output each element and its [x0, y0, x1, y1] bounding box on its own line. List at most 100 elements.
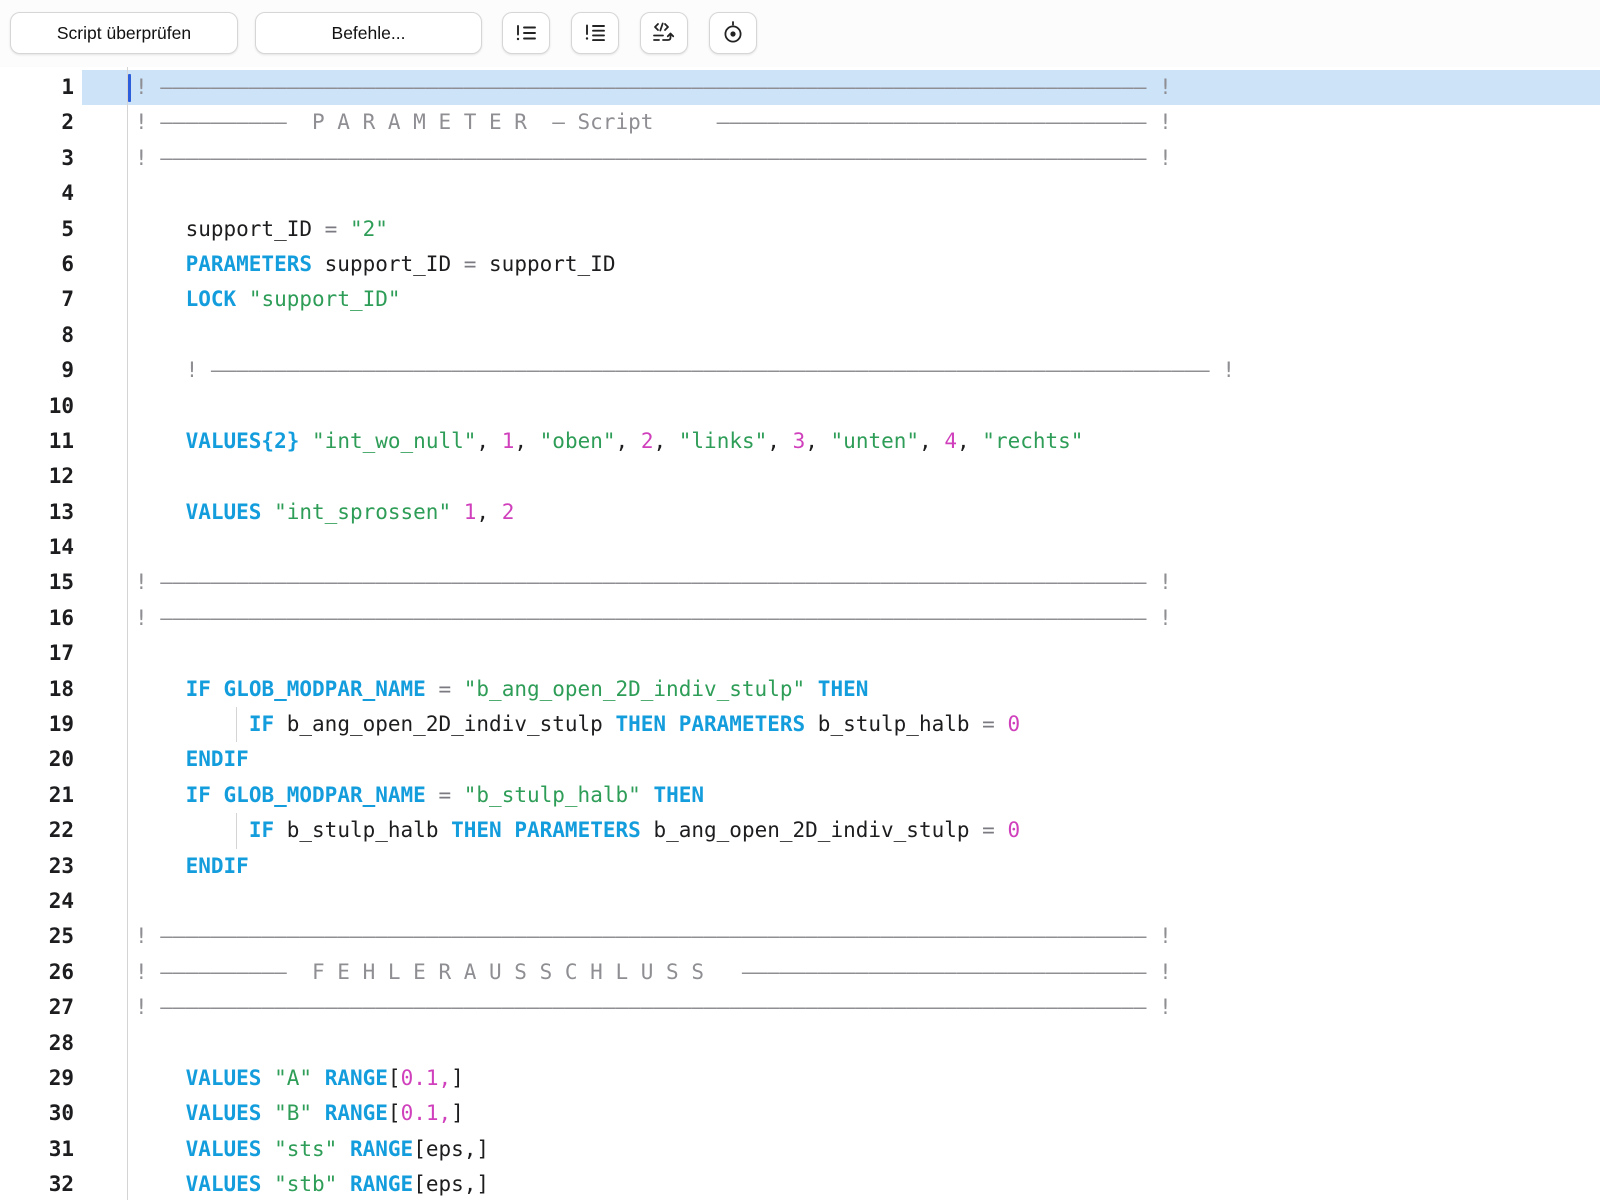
code-line-22[interactable]: IF b_stulp_halb THEN PARAMETERS b_ang_op…	[135, 813, 1600, 848]
token-kw: VALUES	[186, 1101, 262, 1125]
code-line-13[interactable]: VALUES "int_sprossen" 1, 2	[135, 495, 1600, 530]
line-number: 8	[0, 318, 74, 353]
code-line-19[interactable]: IF b_ang_open_2D_indiv_stulp THEN PARAME…	[135, 707, 1600, 742]
code-line-23[interactable]: ENDIF	[135, 849, 1600, 884]
code-line-7[interactable]: LOCK "support_ID"	[135, 282, 1600, 317]
token-pl	[261, 1137, 274, 1161]
token-cm: !	[135, 924, 160, 948]
token-pl: ,	[767, 429, 792, 453]
code-line-28[interactable]	[135, 1026, 1600, 1061]
code-line-24[interactable]	[135, 884, 1600, 919]
token-str: "int_sprossen"	[274, 500, 451, 524]
check-script-button[interactable]: Script überprüfen	[10, 12, 238, 54]
token-num: 4	[944, 429, 957, 453]
token-pl	[666, 712, 679, 736]
token-str: "support_ID"	[249, 287, 401, 311]
code-line-2[interactable]: ! —————————— P A R A M E T E R – Script …	[135, 105, 1600, 140]
code-line-1[interactable]: ! ——————————————————————————————————————…	[135, 70, 1600, 105]
token-kw: LOCK	[186, 287, 237, 311]
token-pl	[236, 818, 249, 842]
toolbar-icon-group	[502, 12, 757, 54]
code-editor[interactable]: 1234567891011121314151617181920212223242…	[0, 67, 1600, 1200]
token-num: 0	[1007, 818, 1020, 842]
code-wrap-arrow-icon	[651, 21, 677, 45]
line-number: 18	[0, 672, 74, 707]
code-line-6[interactable]: PARAMETERS support_ID = support_ID	[135, 247, 1600, 282]
token-num: 3	[793, 429, 806, 453]
code-line-18[interactable]: IF GLOB_MODPAR_NAME = "b_ang_open_2D_ind…	[135, 672, 1600, 707]
code-line-21[interactable]: IF GLOB_MODPAR_NAME = "b_stulp_halb" THE…	[135, 778, 1600, 813]
code-line-14[interactable]	[135, 530, 1600, 565]
warning-list-button[interactable]	[571, 12, 619, 54]
token-str: "b_ang_open_2D_indiv_stulp"	[464, 677, 805, 701]
code-area[interactable]: ! ——————————————————————————————————————…	[135, 70, 1600, 1200]
token-pl: b_stulp_halb	[274, 818, 451, 842]
token-kw: THEN	[615, 712, 666, 736]
token-num: 1	[502, 429, 515, 453]
token-pl	[211, 783, 224, 807]
line-number: 11	[0, 424, 74, 459]
token-pl: ,	[476, 429, 501, 453]
code-line-27[interactable]: ! ——————————————————————————————————————…	[135, 990, 1600, 1025]
code-line-16[interactable]: ! ——————————————————————————————————————…	[135, 601, 1600, 636]
token-pl	[135, 854, 186, 878]
code-line-12[interactable]	[135, 459, 1600, 494]
token-pl: [eps,]	[413, 1137, 489, 1161]
token-kw: RANGE	[325, 1066, 388, 1090]
code-line-9[interactable]: ! ——————————————————————————————————————…	[135, 353, 1600, 388]
toolbar: Script überprüfen Befehle...	[0, 0, 1600, 67]
token-pl	[805, 677, 818, 701]
code-line-15[interactable]: ! ——————————————————————————————————————…	[135, 565, 1600, 600]
token-pl: [eps,]	[413, 1172, 489, 1196]
code-line-4[interactable]	[135, 176, 1600, 211]
token-str: "2"	[350, 217, 388, 241]
token-pl	[337, 1137, 350, 1161]
code-line-26[interactable]: ! —————————— F E H L E R A U S S C H L U…	[135, 955, 1600, 990]
token-pl: [	[388, 1101, 401, 1125]
code-line-20[interactable]: ENDIF	[135, 742, 1600, 777]
code-line-5[interactable]: support_ID = "2"	[135, 212, 1600, 247]
token-pl	[135, 1172, 186, 1196]
code-line-10[interactable]	[135, 389, 1600, 424]
token-op: =	[426, 783, 464, 807]
token-pl: ,	[476, 500, 501, 524]
code-line-30[interactable]: VALUES "B" RANGE[0.1,]	[135, 1096, 1600, 1131]
code-line-17[interactable]	[135, 636, 1600, 671]
line-number: 3	[0, 141, 74, 176]
error-list-button[interactable]	[502, 12, 550, 54]
code-line-32[interactable]: VALUES "stb" RANGE[eps,]	[135, 1167, 1600, 1200]
code-line-3[interactable]: ! ——————————————————————————————————————…	[135, 141, 1600, 176]
token-pl	[236, 712, 249, 736]
commands-button[interactable]: Befehle...	[255, 12, 482, 54]
token-cm: !	[186, 358, 211, 382]
appearance-button[interactable]	[709, 12, 757, 54]
code-line-29[interactable]: VALUES "A" RANGE[0.1,]	[135, 1061, 1600, 1096]
token-pl	[261, 1101, 274, 1125]
line-number: 10	[0, 389, 74, 424]
token-kw: PARAMETERS	[679, 712, 805, 736]
comment-divider: ————————————————————————————————	[742, 960, 1147, 984]
code-line-11[interactable]: VALUES{2} "int_wo_null", 1, "oben", 2, "…	[135, 424, 1600, 459]
line-number: 6	[0, 247, 74, 282]
token-kw: VALUES	[186, 500, 262, 524]
token-cm: !	[1146, 110, 1171, 134]
code-line-31[interactable]: VALUES "sts" RANGE[eps,]	[135, 1132, 1600, 1167]
token-cm: !	[1146, 960, 1171, 984]
code-line-25[interactable]: ! ——————————————————————————————————————…	[135, 919, 1600, 954]
margin-guide	[127, 67, 128, 1200]
token-pl	[236, 287, 249, 311]
line-number: 31	[0, 1132, 74, 1167]
line-number: 25	[0, 919, 74, 954]
token-kw: THEN	[653, 783, 704, 807]
token-cm: !	[1146, 995, 1171, 1019]
token-kw: THEN	[451, 818, 502, 842]
token-pl	[135, 429, 186, 453]
code-line-8[interactable]	[135, 318, 1600, 353]
line-number: 14	[0, 530, 74, 565]
line-number: 28	[0, 1026, 74, 1061]
token-pl: b_ang_open_2D_indiv_stulp	[274, 712, 615, 736]
format-code-button[interactable]	[640, 12, 688, 54]
line-number: 32	[0, 1167, 74, 1200]
exclamation-list-icon	[513, 21, 539, 45]
token-pl	[337, 1172, 350, 1196]
